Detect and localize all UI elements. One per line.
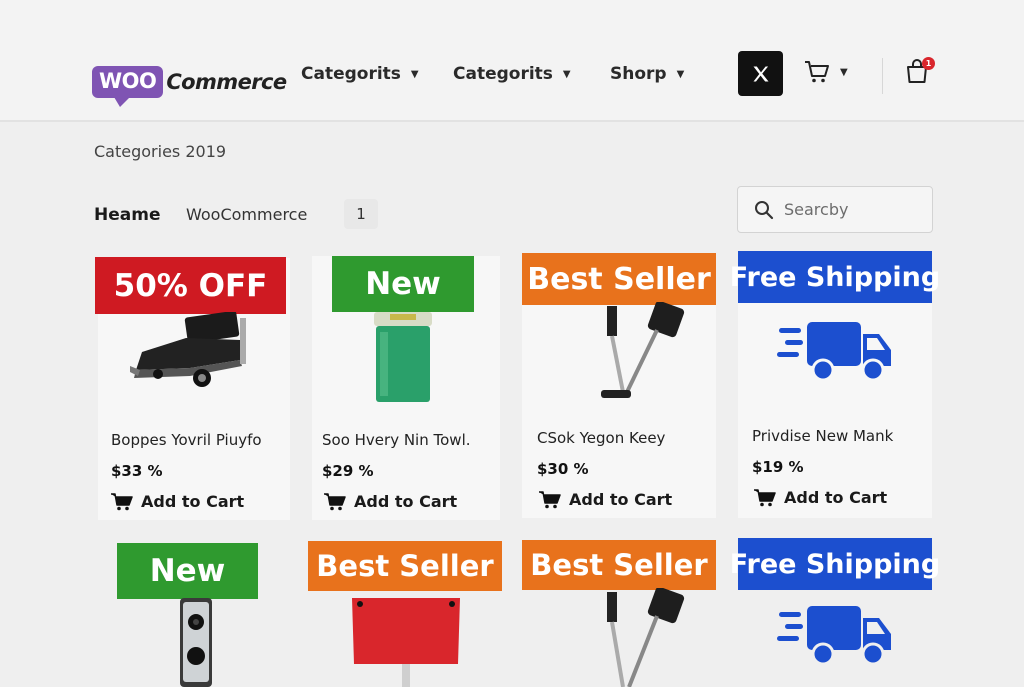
product-image-video-doorbell: [180, 598, 212, 687]
header-divider: [882, 58, 883, 94]
chevron-down-icon: ▼: [840, 66, 848, 78]
product-price: $29 %: [322, 462, 374, 480]
chevron-down-icon: ▼: [562, 68, 571, 80]
best-seller-badge: Best Seller: [522, 253, 716, 305]
pagination-page[interactable]: 1: [344, 199, 378, 229]
best-seller-badge: Best Seller: [308, 541, 502, 591]
logo-commerce-text: Commerce: [166, 70, 287, 94]
x-social-button[interactable]: [738, 51, 783, 96]
shopping-cart-icon: [805, 61, 829, 83]
add-to-cart-label: Add to Cart: [141, 492, 245, 511]
free-shipping-badge: Free Shipping: [730, 538, 940, 590]
best-seller-badge: Best Seller: [522, 540, 716, 590]
product-name[interactable]: Boppes Yovril Piuyfo: [111, 431, 262, 449]
product-price: $30 %: [537, 460, 589, 478]
product-name[interactable]: Privdise New Mank: [752, 427, 893, 445]
product-image-stick-vacuum: [607, 588, 685, 687]
add-to-cart-label: Add to Cart: [784, 488, 888, 507]
cart-icon: [324, 492, 346, 510]
logo-woo-mark: WOO: [92, 65, 164, 108]
product-image-stick-vacuum: [601, 302, 685, 398]
product-price: $19 %: [752, 458, 804, 476]
product-name[interactable]: Soo Hvery Nin Towl.: [322, 431, 471, 449]
nav-item-label: Shorp: [610, 64, 667, 84]
cart-icon: [539, 490, 561, 508]
new-badge: New: [332, 256, 474, 312]
bag-count-badge: 1: [922, 57, 935, 70]
nav-item-categorits-2[interactable]: Categorits ▼: [453, 64, 571, 84]
product-price: $33 %: [111, 462, 163, 480]
cart-icon: [111, 492, 133, 510]
page: WOO Commerce Categorits ▼ Categorits ▼ S…: [0, 0, 1024, 687]
breadcrumb-home[interactable]: Heame: [94, 205, 160, 225]
nav-item-label: Categorits: [301, 64, 401, 84]
free-shipping-badge: Free Shipping: [730, 251, 940, 303]
search-box[interactable]: [737, 186, 933, 233]
woocommerce-logo[interactable]: WOO Commerce: [92, 62, 287, 108]
nav-item-shorp[interactable]: Shorp ▼: [610, 64, 684, 84]
cart-icon: [754, 488, 776, 506]
x-logo-icon: [753, 66, 768, 81]
product-image-green-bin: [374, 312, 432, 402]
shopping-bag-button[interactable]: 1: [905, 57, 935, 88]
delivery-truck-icon: [777, 322, 891, 382]
sale-badge: 50% OFF: [95, 257, 286, 314]
product-name[interactable]: CSok Yegon Keey: [537, 429, 665, 447]
product-image-red-flag-bag: [352, 598, 460, 687]
add-to-cart-label: Add to Cart: [569, 490, 673, 509]
add-to-cart-button[interactable]: Add to Cart: [111, 492, 244, 511]
search-input[interactable]: [784, 200, 914, 219]
add-to-cart-button[interactable]: Add to Cart: [539, 490, 672, 509]
chevron-down-icon: ▼: [410, 68, 419, 80]
add-to-cart-button[interactable]: Add to Cart: [324, 492, 457, 511]
product-image-black-cart: [130, 312, 246, 387]
page-title: Categories 2019: [94, 142, 227, 161]
add-to-cart-label: Add to Cart: [354, 492, 458, 511]
chevron-down-icon: ▼: [676, 68, 685, 80]
cart-button[interactable]: ▼: [804, 60, 848, 84]
nav-item-label: Categorits: [453, 64, 553, 84]
delivery-truck-icon: [777, 606, 891, 666]
site-header: WOO Commerce Categorits ▼ Categorits ▼ S…: [0, 0, 1024, 122]
nav-item-categorits-1[interactable]: Categorits ▼: [301, 64, 419, 84]
search-icon: [755, 200, 774, 219]
breadcrumb-section[interactable]: WooCommerce: [186, 205, 307, 224]
new-badge: New: [117, 543, 258, 599]
add-to-cart-button[interactable]: Add to Cart: [754, 488, 887, 507]
